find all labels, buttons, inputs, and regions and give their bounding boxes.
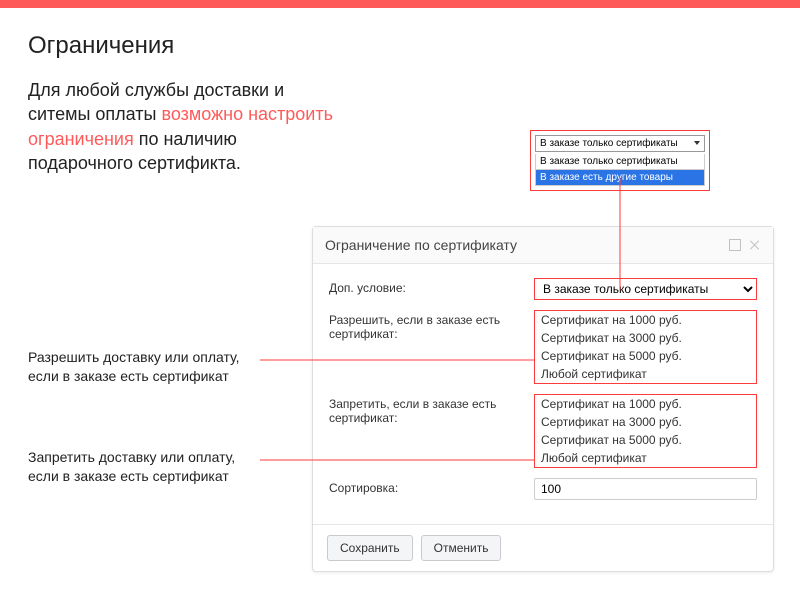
maximize-icon[interactable] xyxy=(729,239,741,251)
dialog-title: Ограничение по сертификату xyxy=(325,237,721,253)
list-item[interactable]: Сертификат на 1000 руб. xyxy=(535,311,756,329)
dialog-body: Доп. условие: В заказе только сертификат… xyxy=(313,264,773,524)
list-item[interactable]: Любой сертификат xyxy=(535,365,756,383)
top-accent-bar xyxy=(0,0,800,8)
list-item[interactable]: Сертификат на 5000 руб. xyxy=(535,431,756,449)
label-deny-cert: Запретить, если в заказе есть сертификат… xyxy=(329,394,534,425)
list-item[interactable]: Сертификат на 3000 руб. xyxy=(535,329,756,347)
note-deny: Запретить доставку или оплату, если в за… xyxy=(28,448,248,486)
select-extra-condition[interactable]: В заказе только сертификаты xyxy=(534,278,757,300)
dropdown-selected[interactable]: В заказе только сертификаты xyxy=(535,135,705,152)
dropdown-option[interactable]: В заказе только сертификаты xyxy=(535,154,705,170)
intro-text: Для любой службы доставки и ситемы оплат… xyxy=(28,78,338,175)
listbox-deny[interactable]: Сертификат на 1000 руб. Сертификат на 30… xyxy=(534,394,757,468)
dropdown-illustration: В заказе только сертификаты В заказе тол… xyxy=(530,130,710,191)
note-allow: Разрешить доставку или оплату, если в за… xyxy=(28,348,248,386)
list-item[interactable]: Сертификат на 1000 руб. xyxy=(535,395,756,413)
dialog-header: Ограничение по сертификату xyxy=(313,227,773,264)
list-item[interactable]: Сертификат на 3000 руб. xyxy=(535,413,756,431)
input-sort[interactable] xyxy=(534,478,757,500)
save-button[interactable]: Сохранить xyxy=(327,535,413,561)
page-title: Ограничения xyxy=(28,32,772,60)
label-sort: Сортировка: xyxy=(329,478,534,495)
dropdown-option[interactable]: В заказе есть другие товары xyxy=(535,170,705,186)
cancel-button[interactable]: Отменить xyxy=(421,535,502,561)
listbox-allow[interactable]: Сертификат на 1000 руб. Сертификат на 30… xyxy=(534,310,757,384)
dialog-restriction: Ограничение по сертификату Доп. условие:… xyxy=(312,226,774,572)
list-item[interactable]: Любой сертификат xyxy=(535,449,756,467)
dialog-footer: Сохранить Отменить xyxy=(313,524,773,571)
list-item[interactable]: Сертификат на 5000 руб. xyxy=(535,347,756,365)
label-allow-cert: Разрешить, если в заказе есть сертификат… xyxy=(329,310,534,341)
close-icon[interactable] xyxy=(749,239,761,251)
label-extra-condition: Доп. условие: xyxy=(329,278,534,295)
